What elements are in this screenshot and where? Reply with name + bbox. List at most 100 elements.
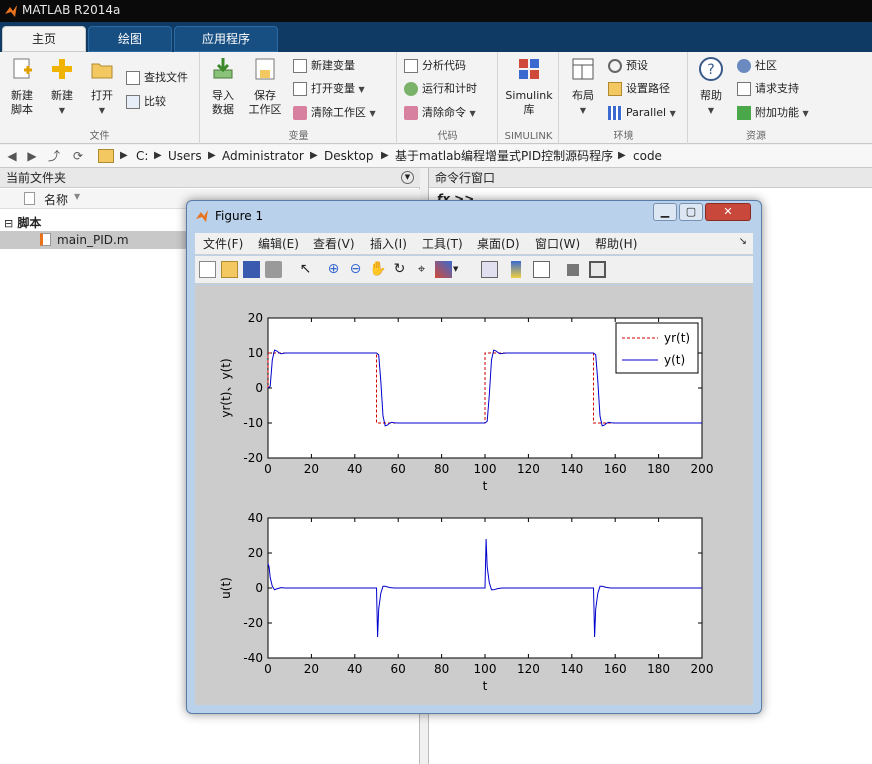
run-and-time-icon	[404, 82, 418, 96]
chevron-down-icon: ▼	[98, 106, 106, 115]
colorbar-icon[interactable]	[511, 261, 521, 278]
group-variable-label: 变量	[288, 131, 309, 142]
group-environment-label: 环境	[613, 131, 634, 142]
simulink-library-button[interactable]: Simulink 库	[503, 56, 555, 117]
show-plot-tools-icon[interactable]	[589, 261, 606, 278]
new-variable-button[interactable]: 新建变量	[293, 56, 355, 76]
preferences-button[interactable]: 预设	[608, 56, 648, 76]
menu-view[interactable]: 查看(V)	[313, 236, 355, 252]
collapse-icon[interactable]: ⊟	[4, 217, 13, 230]
compare-button[interactable]: 比较	[126, 92, 166, 112]
community-button[interactable]: 社区	[737, 56, 777, 76]
folder-group-scripts[interactable]: ⊟ 脚本	[4, 214, 41, 231]
breadcrumb-users[interactable]: Users	[168, 148, 202, 164]
forward-arrow-icon[interactable]: ▶	[24, 148, 40, 164]
x-tick-label: 40	[347, 662, 362, 676]
breadcrumb-desktop[interactable]: Desktop	[324, 148, 374, 164]
find-files-button[interactable]: 查找文件	[126, 68, 188, 88]
compare-icon	[126, 95, 140, 109]
pointer-icon[interactable]: ↖	[297, 261, 314, 278]
clear-commands-button[interactable]: 清除命令 ▼	[404, 103, 476, 123]
path-separator: ▶	[208, 150, 216, 161]
rotate-icon[interactable]: ↻	[391, 261, 408, 278]
y-tick-label: -40	[243, 651, 263, 665]
tab-apps[interactable]: 应用程序	[174, 26, 278, 52]
menu-help[interactable]: 帮助(H)	[595, 236, 637, 252]
new-button[interactable]: 新建 ▼	[44, 56, 80, 118]
browse-folder-icon[interactable]: ⟳	[70, 148, 86, 164]
breadcrumb-code[interactable]: code	[633, 148, 662, 164]
back-arrow-icon[interactable]: ◀	[4, 148, 20, 164]
chevron-down-icon[interactable]: ▼	[453, 261, 461, 278]
new-variable-icon	[293, 59, 307, 73]
brush-icon[interactable]	[435, 261, 452, 278]
eraser-icon	[293, 106, 307, 120]
tab-home[interactable]: 主页	[2, 26, 86, 52]
close-button[interactable]: ✕	[705, 203, 751, 221]
command-window-header: 命令行窗口	[429, 168, 872, 188]
set-path-button[interactable]: 设置路径	[608, 79, 670, 99]
data-cursor-icon[interactable]: ⌖	[413, 261, 430, 278]
import-data-label: 导入 数据	[212, 89, 234, 116]
panel-menu-icon[interactable]: ▼	[401, 171, 414, 184]
legend-icon[interactable]	[533, 261, 550, 278]
y-tick-label: -20	[243, 451, 263, 465]
x-tick-label: 180	[647, 462, 670, 476]
maximize-button[interactable]: ▢	[679, 203, 703, 221]
link-plot-icon[interactable]	[481, 261, 498, 278]
menu-desktop[interactable]: 桌面(D)	[477, 236, 520, 252]
add-ons-button[interactable]: 附加功能 ▼	[737, 103, 809, 123]
chevron-down-icon: ▼	[579, 106, 587, 115]
layout-button[interactable]: 布局 ▼	[564, 56, 602, 118]
print-icon[interactable]	[265, 261, 282, 278]
file-type-icon	[24, 192, 35, 205]
open-button[interactable]: 打开 ▼	[84, 56, 120, 118]
community-icon	[737, 59, 751, 73]
open-variable-button[interactable]: 打开变量 ▼	[293, 79, 365, 99]
new-figure-icon[interactable]	[199, 261, 216, 278]
breadcrumb-project[interactable]: 基于matlab编程增量式PID控制源码程序	[395, 148, 613, 164]
breadcrumb-drive[interactable]: C:	[136, 148, 148, 164]
y-tick-label: 0	[255, 581, 263, 595]
clear-workspace-button[interactable]: 清除工作区 ▼	[293, 103, 376, 123]
analyze-code-button[interactable]: 分析代码	[404, 56, 466, 76]
find-files-label: 查找文件	[144, 71, 188, 84]
minimize-button[interactable]: ▁	[653, 203, 677, 221]
breadcrumb-administrator[interactable]: Administrator	[222, 148, 304, 164]
up-folder-icon[interactable]: ⤴	[46, 148, 62, 164]
support-icon	[737, 82, 751, 96]
tab-plots[interactable]: 绘图	[88, 26, 172, 52]
pan-icon[interactable]: ✋	[369, 261, 386, 278]
zoom-out-icon[interactable]: ⊖	[347, 261, 364, 278]
save-workspace-button[interactable]: 保存 工作区	[245, 56, 285, 117]
path-separator: ▶	[154, 150, 162, 161]
group-variable: 导入 数据 保存 工作区 新建变量 打开变量 ▼ 清除工作区 ▼ 变量	[201, 52, 397, 144]
eraser-icon	[404, 106, 418, 120]
column-name[interactable]: 名称	[44, 191, 68, 208]
gear-icon	[608, 59, 622, 73]
menu-window[interactable]: 窗口(W)	[535, 236, 580, 252]
figure-toolbar: ↖ ⊕ ⊖ ✋ ↻ ⌖ ▼	[195, 256, 753, 284]
open-file-icon[interactable]	[221, 261, 238, 278]
legend-label: y(t)	[664, 353, 685, 367]
chevron-down-icon: ▼	[58, 106, 66, 115]
help-button[interactable]: ? 帮助 ▼	[693, 56, 729, 118]
new-script-button[interactable]: 新建 脚本	[4, 56, 40, 117]
menu-tools[interactable]: 工具(T)	[422, 236, 463, 252]
zoom-in-icon[interactable]: ⊕	[325, 261, 342, 278]
folder-icon	[98, 149, 114, 163]
figure-window[interactable]: Figure 1 ▁ ▢ ✕ 文件(F) 编辑(E) 查看(V) 插入(I) 工…	[186, 200, 762, 714]
import-data-button[interactable]: 导入 数据	[205, 56, 241, 117]
save-icon[interactable]	[243, 261, 260, 278]
parallel-button[interactable]: Parallel ▼	[608, 103, 676, 123]
request-support-button[interactable]: 请求支持	[737, 79, 799, 99]
menu-insert[interactable]: 插入(I)	[370, 236, 407, 252]
toggle-icon[interactable]: ↘	[739, 236, 747, 247]
menu-file[interactable]: 文件(F)	[203, 236, 243, 252]
chevron-down-icon: ▼	[369, 109, 376, 118]
x-tick-label: 80	[434, 462, 449, 476]
run-and-time-button[interactable]: 运行和计时	[404, 79, 477, 99]
chevron-down-icon: ▼	[802, 109, 809, 118]
hide-plot-tools-icon[interactable]	[567, 264, 579, 276]
menu-edit[interactable]: 编辑(E)	[258, 236, 299, 252]
